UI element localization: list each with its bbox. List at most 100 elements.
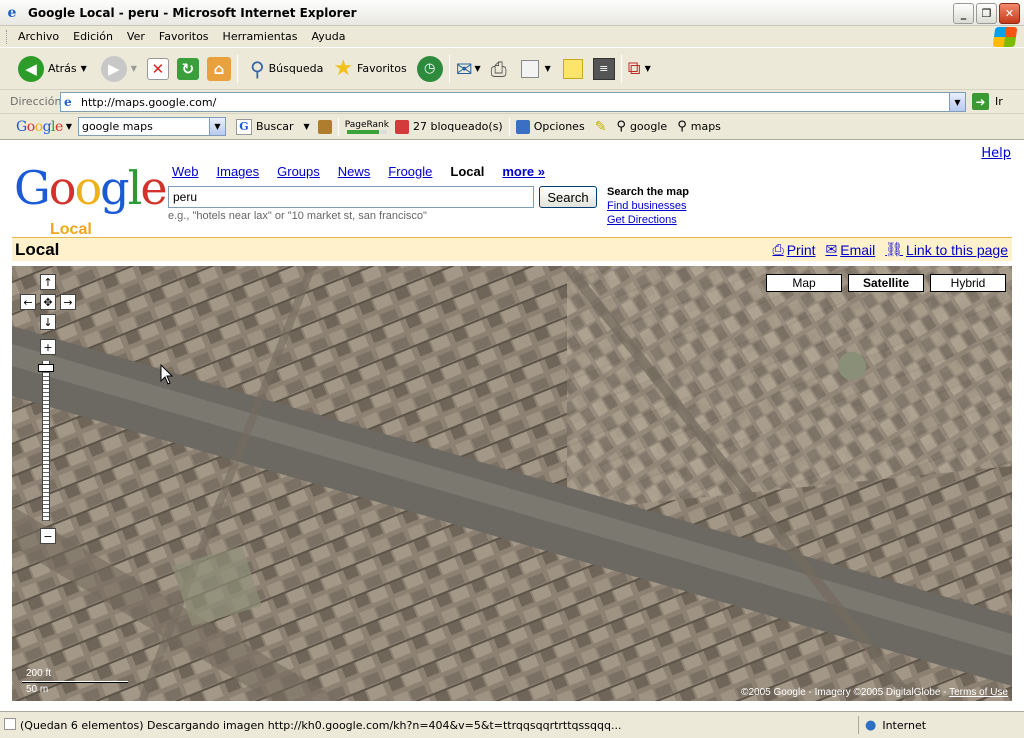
image-search-icon[interactable] (317, 119, 332, 134)
address-dropdown-icon[interactable]: ▼ (949, 93, 965, 111)
options-icon (515, 119, 530, 134)
pan-left-icon[interactable]: ← (20, 294, 36, 310)
popup-blocker-icon (394, 119, 409, 134)
page-loading-icon (4, 718, 16, 730)
scale-meters-label: 50 m (26, 684, 49, 695)
magnifier-icon: ⚲ (249, 56, 265, 81)
forward-dropdown-icon[interactable]: ▼ (131, 64, 137, 73)
options-button[interactable]: Opciones (515, 119, 585, 134)
menu-ver[interactable]: Ver (120, 30, 152, 43)
google-toolbar-search-input[interactable]: google maps ▼ (77, 117, 226, 136)
tab-news[interactable]: News (338, 164, 371, 179)
messenger-icon[interactable]: ⧉ (628, 58, 641, 79)
get-directions-link[interactable]: Get Directions (607, 213, 689, 227)
maps-link-search-icon: ⚲ (677, 119, 687, 134)
mail-icon[interactable]: ✉ (456, 57, 473, 81)
forward-button[interactable]: ▶ ▼ (100, 55, 137, 82)
home-icon[interactable]: ⌂ (206, 56, 231, 81)
research-icon[interactable]: ≡ (592, 57, 615, 80)
map-type-satellite-button[interactable]: Satellite (848, 274, 924, 292)
note-icon[interactable] (562, 58, 583, 79)
tab-web[interactable]: Web (172, 164, 199, 179)
google-link-button[interactable]: ⚲ google (616, 119, 667, 134)
title-bar: e Google Local - peru - Microsoft Intern… (0, 0, 1024, 26)
pan-center-icon[interactable]: ✥ (40, 294, 56, 310)
google-local-logo[interactable]: Google Local (14, 165, 168, 238)
address-input[interactable]: e http://maps.google.com/ ▼ (60, 92, 966, 112)
search-tabs: Web Images Groups News Froogle Local mor… (172, 164, 563, 179)
local-header-bar: Local ⎙ Print ✉ Email ⛓ Link to this page (12, 237, 1012, 261)
pan-up-icon[interactable]: ↑ (40, 274, 56, 290)
mail-dropdown-icon[interactable]: ▼ (474, 64, 480, 73)
google-menu-dropdown-icon[interactable]: ▼ (66, 122, 72, 131)
messenger-dropdown-icon[interactable]: ▼ (645, 64, 651, 73)
map-type-hybrid-button[interactable]: Hybrid (930, 274, 1006, 292)
page-ie-icon: e (64, 95, 72, 109)
back-button[interactable]: ◀ Atrás ▼ (18, 55, 87, 82)
maps-link-button[interactable]: ⚲ maps (677, 119, 721, 134)
scale-feet-label: 200 ft (26, 668, 52, 679)
google-search-button[interactable]: G Buscar ▼ (235, 118, 310, 135)
pan-down-icon[interactable]: ↓ (40, 314, 56, 330)
menu-edicion[interactable]: Edición (66, 30, 120, 43)
address-url: http://maps.google.com/ (81, 95, 217, 109)
search-hint: e.g., "hotels near lax" or "10 market st… (168, 210, 427, 222)
edit-icon[interactable] (520, 59, 539, 78)
google-toolbar: Google ▼ google maps ▼ G Buscar ▼ PageRa… (0, 114, 1024, 140)
back-dropdown-icon[interactable]: ▼ (81, 64, 87, 73)
highlighter-icon[interactable]: ✎ (595, 119, 607, 135)
tab-groups[interactable]: Groups (277, 164, 320, 179)
email-link[interactable]: ✉ Email (826, 241, 876, 258)
find-businesses-link[interactable]: Find businesses (607, 199, 689, 213)
edit-dropdown-icon[interactable]: ▼ (545, 64, 551, 73)
search-dropdown-icon[interactable]: ▼ (304, 122, 310, 131)
refresh-icon[interactable]: ↻ (176, 57, 199, 80)
chain-link-icon: ⛓ (885, 241, 904, 257)
address-label: Dirección (10, 95, 62, 108)
pagerank-indicator[interactable]: PageRank (345, 120, 389, 134)
zoom-in-icon[interactable]: + (40, 339, 56, 355)
pan-right-icon[interactable]: → (60, 294, 76, 310)
terms-of-use-link[interactable]: Terms of Use (949, 687, 1008, 698)
tab-more[interactable]: more » (502, 164, 545, 179)
zoom-slider-handle[interactable] (38, 364, 54, 372)
minimize-button[interactable]: _ (953, 3, 974, 24)
menu-ayuda[interactable]: Ayuda (304, 30, 352, 43)
history-icon[interactable]: ◷ (416, 55, 443, 82)
menu-herramientas[interactable]: Herramientas (216, 30, 305, 43)
search-input[interactable]: peru (168, 186, 534, 208)
favorites-button[interactable]: ★ Favoritos (333, 56, 406, 81)
popup-blocker-button[interactable]: 27 bloqueado(s) (394, 119, 503, 134)
satellite-map[interactable]: ↑ ← ✥ → ↓ + − Map Satellite Hybrid 200 f… (12, 266, 1012, 701)
google-g-icon: G (235, 118, 252, 135)
close-button[interactable]: ✕ (999, 3, 1020, 24)
search-button[interactable]: ⚲ Búsqueda (250, 57, 323, 81)
query-dropdown-icon[interactable]: ▼ (208, 118, 225, 135)
help-link[interactable]: Help (981, 146, 1011, 161)
link-to-page-link[interactable]: ⛓ Link to this page (885, 241, 1008, 258)
envelope-icon: ✉ (825, 241, 838, 257)
status-message: (Quedan 6 elementos) Descargando imagen … (20, 718, 622, 732)
toolbar-grip[interactable] (6, 29, 9, 44)
print-icon[interactable]: ⎙ (491, 57, 507, 81)
menu-favoritos[interactable]: Favoritos (152, 30, 216, 43)
stop-icon[interactable]: ✕ (146, 57, 169, 80)
google-toolbar-logo[interactable]: Google (16, 119, 63, 135)
search-button[interactable]: Search (539, 186, 597, 208)
tab-froogle[interactable]: Froogle (388, 164, 432, 179)
menu-bar: Archivo Edición Ver Favoritos Herramient… (0, 26, 1024, 48)
globe-icon: ● (865, 717, 877, 733)
restore-button[interactable]: ❐ (976, 3, 997, 24)
print-link[interactable]: ⎙ Print (773, 241, 816, 258)
map-type-map-button[interactable]: Map (766, 274, 842, 292)
section-title: Local (15, 239, 60, 259)
go-button[interactable]: ➜ Ir (972, 93, 1003, 110)
windows-logo-icon (992, 27, 1018, 47)
menu-archivo[interactable]: Archivo (11, 30, 66, 43)
scale-bar (22, 681, 128, 683)
zoom-slider[interactable] (42, 361, 50, 521)
zoom-out-icon[interactable]: − (40, 528, 56, 544)
back-arrow-icon: ◀ (18, 55, 44, 82)
tab-images[interactable]: Images (217, 164, 260, 179)
tab-local: Local (450, 164, 485, 179)
